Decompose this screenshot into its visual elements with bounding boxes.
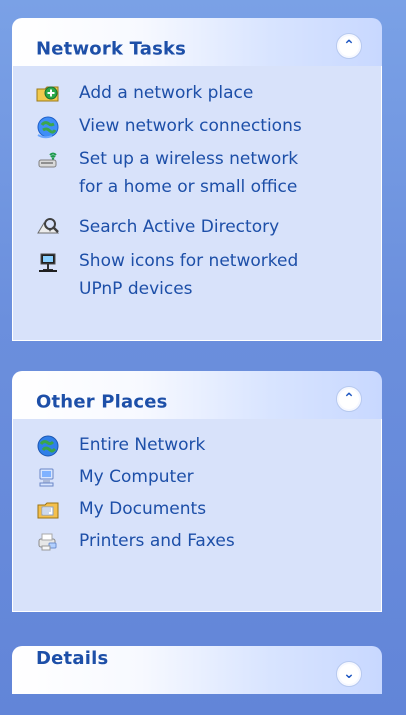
documents-icon bbox=[37, 502, 59, 519]
network-tasks-title: Network Tasks bbox=[36, 38, 187, 60]
other-places-panel: Other Places ⌃ Entire Network My Compute… bbox=[12, 371, 382, 613]
computer-icon bbox=[39, 468, 54, 487]
other-places-body: Entire Network My Computer My Documents bbox=[12, 419, 382, 612]
task-add-network-place[interactable]: Add a network place bbox=[35, 79, 253, 107]
add-network-place-icon bbox=[36, 86, 59, 102]
place-entire-network-label: Entire Network bbox=[79, 435, 206, 455]
network-tasks-body: Add a network place View network connect… bbox=[12, 66, 382, 341]
task-search-active-directory-label: Search Active Directory bbox=[79, 217, 280, 237]
place-entire-network[interactable]: Entire Network bbox=[35, 431, 205, 459]
search-directory-icon bbox=[37, 218, 60, 234]
globe-icon bbox=[37, 435, 59, 457]
details-title: Details bbox=[36, 648, 109, 669]
place-my-computer[interactable]: My Computer bbox=[35, 463, 194, 491]
place-printers-and-faxes-label: Printers and Faxes bbox=[79, 531, 235, 551]
chevron-up-double-icon[interactable]: ⌃ bbox=[336, 386, 362, 412]
details-panel: Details ⌄ bbox=[12, 646, 382, 694]
place-printers-and-faxes[interactable]: Printers and Faxes bbox=[35, 527, 235, 555]
place-my-documents[interactable]: My Documents bbox=[35, 495, 206, 523]
task-setup-wireless-network[interactable]: Set up a wireless network for a home or … bbox=[35, 145, 298, 201]
chevron-up-double-icon[interactable]: ⌃ bbox=[336, 33, 362, 59]
task-show-upnp-devices[interactable]: Show icons for networked UPnP devices bbox=[35, 247, 298, 303]
network-tasks-panel: Network Tasks ⌃ Add a network place View… bbox=[12, 18, 382, 342]
upnp-devices-icon bbox=[39, 253, 57, 272]
details-header[interactable]: Details ⌄ bbox=[12, 646, 382, 694]
task-view-network-connections-label: View network connections bbox=[79, 116, 302, 136]
place-my-documents-label: My Documents bbox=[79, 499, 207, 519]
other-places-header[interactable]: Other Places ⌃ bbox=[12, 371, 382, 419]
task-view-network-connections[interactable]: View network connections bbox=[35, 112, 302, 140]
wireless-network-icon bbox=[38, 152, 57, 168]
network-connections-icon bbox=[37, 116, 59, 139]
task-add-network-place-label: Add a network place bbox=[79, 83, 254, 103]
task-setup-wireless-network-label: Set up a wireless network for a home or … bbox=[79, 149, 299, 197]
place-my-computer-label: My Computer bbox=[79, 467, 194, 487]
chevron-down-double-icon[interactable]: ⌄ bbox=[336, 661, 362, 687]
other-places-title: Other Places bbox=[36, 391, 168, 413]
network-tasks-header[interactable]: Network Tasks ⌃ bbox=[12, 18, 382, 66]
task-search-active-directory[interactable]: Search Active Directory bbox=[35, 213, 279, 241]
task-show-upnp-devices-label: Show icons for networked UPnP devices bbox=[79, 251, 299, 299]
printer-fax-icon bbox=[38, 533, 57, 551]
